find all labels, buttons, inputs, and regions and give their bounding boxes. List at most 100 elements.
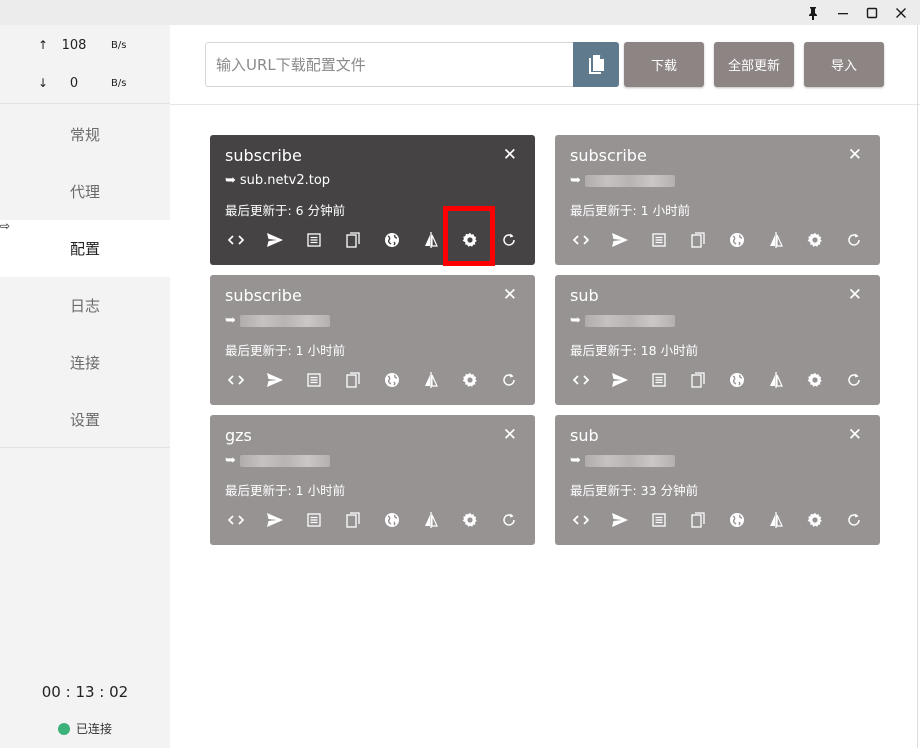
refresh-icon[interactable] [498,229,520,251]
card-actions [570,369,870,391]
split-icon[interactable] [765,369,787,391]
globe-icon[interactable] [381,509,403,531]
profile-card[interactable]: subscribe ✕ ➥ 最后更新于: 1 小时前 [210,275,535,405]
nav-logs[interactable]: 日志 [0,277,170,334]
refresh-icon[interactable] [843,509,865,531]
highlight-box [443,206,495,266]
download-unit: B/s [111,78,127,89]
split-icon[interactable] [420,369,442,391]
profile-card[interactable]: sub ✕ ➥ 最后更新于: 18 小时前 [555,275,880,405]
globe-icon[interactable] [726,509,748,531]
list-icon[interactable] [303,229,325,251]
gear-icon[interactable] [459,509,481,531]
profile-url: ➥ [225,453,330,468]
split-icon[interactable] [765,229,787,251]
nav-label: 日志 [69,297,100,315]
download-button[interactable]: 下载 [624,42,704,87]
send-icon[interactable] [264,509,286,531]
gear-icon[interactable] [804,369,826,391]
nav-connections[interactable]: 连接 [0,334,170,391]
copy-icon[interactable] [342,509,364,531]
refresh-icon[interactable] [843,369,865,391]
refresh-icon[interactable] [498,509,520,531]
minimize-icon[interactable] [832,3,854,23]
status-dot-icon [58,722,70,735]
close-icon[interactable]: ✕ [503,147,517,164]
list-icon[interactable] [303,369,325,391]
nav-label: 常规 [69,126,100,144]
paste-button[interactable] [573,42,619,87]
close-icon[interactable]: ✕ [848,147,862,164]
gear-icon[interactable] [459,369,481,391]
last-updated: 最后更新于: 18 小时前 [570,343,699,358]
list-icon[interactable] [648,229,670,251]
copy-icon[interactable] [342,369,364,391]
download-value: 0 [69,76,79,91]
close-icon[interactable]: ✕ [848,287,862,304]
url-blurred [584,314,675,327]
upload-unit: B/s [111,40,127,51]
code-icon[interactable] [225,229,247,251]
import-button[interactable]: 导入 [804,42,884,87]
code-icon[interactable] [570,369,592,391]
globe-icon[interactable] [726,229,748,251]
refresh-icon[interactable] [498,369,520,391]
url-blurred [239,314,330,327]
close-icon[interactable]: ✕ [503,287,517,304]
maximize-icon[interactable] [861,3,883,23]
pin-icon[interactable] [802,3,824,23]
copy-icon[interactable] [687,229,709,251]
last-updated: 最后更新于: 1 小时前 [225,483,346,498]
refresh-icon[interactable] [843,229,865,251]
nav-settings[interactable]: 设置 [0,391,170,448]
profile-name: sub [570,426,599,445]
globe-icon[interactable] [381,229,403,251]
nav-proxies[interactable]: 代理 [0,163,170,220]
gear-icon[interactable] [804,229,826,251]
url-arrow-icon: ➥ [225,173,236,188]
close-icon[interactable] [890,3,912,23]
code-icon[interactable] [225,509,247,531]
send-icon[interactable] [264,229,286,251]
send-icon[interactable] [609,229,631,251]
profile-card[interactable]: sub ✕ ➥ 最后更新于: 33 分钟前 [555,415,880,545]
profile-url: ➥ [225,313,330,328]
gear-icon[interactable] [804,509,826,531]
nav-profiles[interactable]: 配置 [0,220,190,277]
send-icon[interactable] [609,369,631,391]
close-icon[interactable]: ✕ [848,427,862,444]
code-icon[interactable] [570,509,592,531]
window-edge [917,25,918,748]
list-icon[interactable] [303,509,325,531]
send-icon[interactable] [264,369,286,391]
profile-name: gzs [225,426,252,445]
code-icon[interactable] [225,369,247,391]
copy-icon[interactable] [687,509,709,531]
copy-icon[interactable] [342,229,364,251]
split-icon[interactable] [420,509,442,531]
card-actions [225,509,525,531]
profile-card[interactable]: subscribe ✕ ➥ 最后更新于: 1 小时前 [555,135,880,265]
last-updated: 最后更新于: 1 小时前 [225,343,346,358]
split-icon[interactable] [420,229,442,251]
url-arrow-icon: ➥ [570,453,581,468]
list-icon[interactable] [648,509,670,531]
close-icon[interactable]: ✕ [503,427,517,444]
upload-arrow-icon: ↑ [38,38,49,52]
update-all-button[interactable]: 全部更新 [714,42,794,87]
connection-status: 已连接 [58,720,112,737]
nav-general[interactable]: 常规 [0,106,170,163]
split-icon[interactable] [765,509,787,531]
last-updated: 最后更新于: 6 分钟前 [225,203,346,218]
copy-icon[interactable] [687,369,709,391]
profile-card[interactable]: gzs ✕ ➥ 最后更新于: 1 小时前 [210,415,535,545]
globe-icon[interactable] [726,369,748,391]
profile-url: ➥ [570,453,675,468]
list-icon[interactable] [648,369,670,391]
send-icon[interactable] [609,509,631,531]
nav-label: 连接 [69,354,100,372]
globe-icon[interactable] [381,369,403,391]
code-icon[interactable] [570,229,592,251]
url-input[interactable] [205,42,575,87]
toolbar: 下载 全部更新 导入 [170,25,920,105]
